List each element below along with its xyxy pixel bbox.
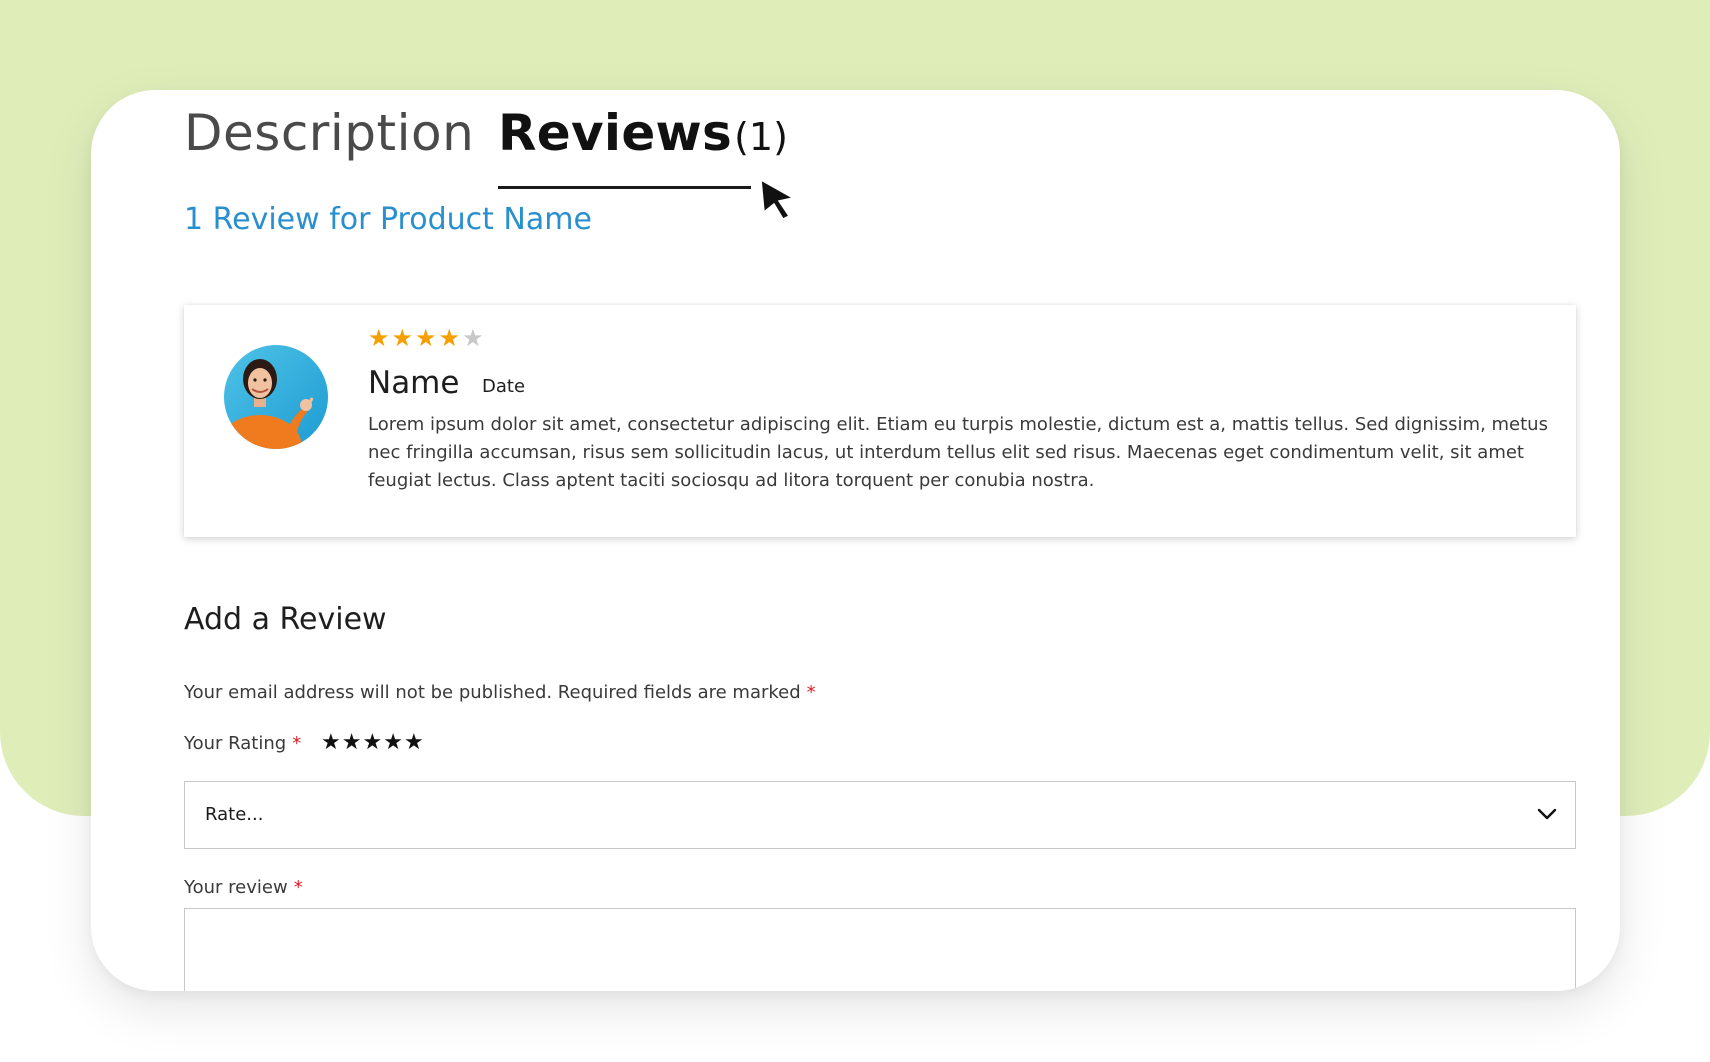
review-textarea[interactable] bbox=[184, 908, 1576, 991]
chevron-down-icon bbox=[1537, 808, 1557, 820]
review-date: Date bbox=[482, 376, 526, 397]
reviews-title: 1 Review for Product Name bbox=[184, 202, 592, 237]
tab-reviews[interactable]: Reviews(1) bbox=[498, 104, 788, 188]
review-text: Lorem ipsum dolor sit amet, consectetur … bbox=[368, 414, 1548, 491]
star-icon: ★ bbox=[415, 324, 437, 352]
rating-select[interactable]: Rate... bbox=[184, 781, 1576, 849]
review-rating: ★ ★ ★ ★ ★ bbox=[368, 325, 484, 351]
required-notice: Your email address will not be published… bbox=[184, 682, 816, 703]
rating-required-asterisk: * bbox=[292, 733, 302, 754]
add-review-heading: Add a Review bbox=[184, 602, 387, 637]
tab-reviews-count: (1) bbox=[734, 115, 788, 159]
rating-select-value: Rate... bbox=[205, 804, 264, 825]
avatar-image bbox=[224, 345, 328, 449]
rating-star-picker[interactable]: ★ ★ ★ ★ ★ bbox=[321, 730, 424, 756]
tab-description[interactable]: Description bbox=[184, 104, 474, 162]
star-icon: ★ bbox=[462, 324, 484, 352]
rating-star-icon[interactable]: ★ bbox=[362, 730, 382, 756]
tab-reviews-label: Reviews bbox=[498, 104, 733, 162]
rating-star-icon[interactable]: ★ bbox=[404, 730, 424, 756]
rating-label-text: Your Rating bbox=[184, 733, 287, 754]
star-icon: ★ bbox=[391, 324, 414, 352]
required-notice-text: Your email address will not be published… bbox=[184, 682, 801, 703]
stage: Description Reviews(1) 1 Review for Prod… bbox=[0, 0, 1710, 1062]
review-field-label-text: Your review bbox=[184, 877, 288, 898]
review-field-label: Your review * bbox=[184, 877, 303, 898]
avatar bbox=[224, 345, 328, 449]
product-tabs-card: Description Reviews(1) 1 Review for Prod… bbox=[91, 90, 1620, 991]
rating-label: Your Rating * bbox=[184, 733, 301, 754]
rating-star-icon[interactable]: ★ bbox=[342, 730, 362, 756]
star-icon: ★ bbox=[368, 324, 390, 352]
active-tab-underline bbox=[498, 186, 751, 189]
star-icon: ★ bbox=[438, 324, 461, 352]
reviewer-name: Name bbox=[368, 365, 460, 401]
required-asterisk: * bbox=[806, 682, 816, 703]
review-required-asterisk: * bbox=[293, 877, 303, 898]
review-card: ★ ★ ★ ★ ★ Name Date Lorem ipsum dolor sit am… bbox=[184, 305, 1576, 537]
rating-star-icon[interactable]: ★ bbox=[383, 730, 403, 756]
mouse-pointer-icon bbox=[760, 178, 796, 220]
rating-star-icon[interactable]: ★ bbox=[321, 730, 341, 756]
